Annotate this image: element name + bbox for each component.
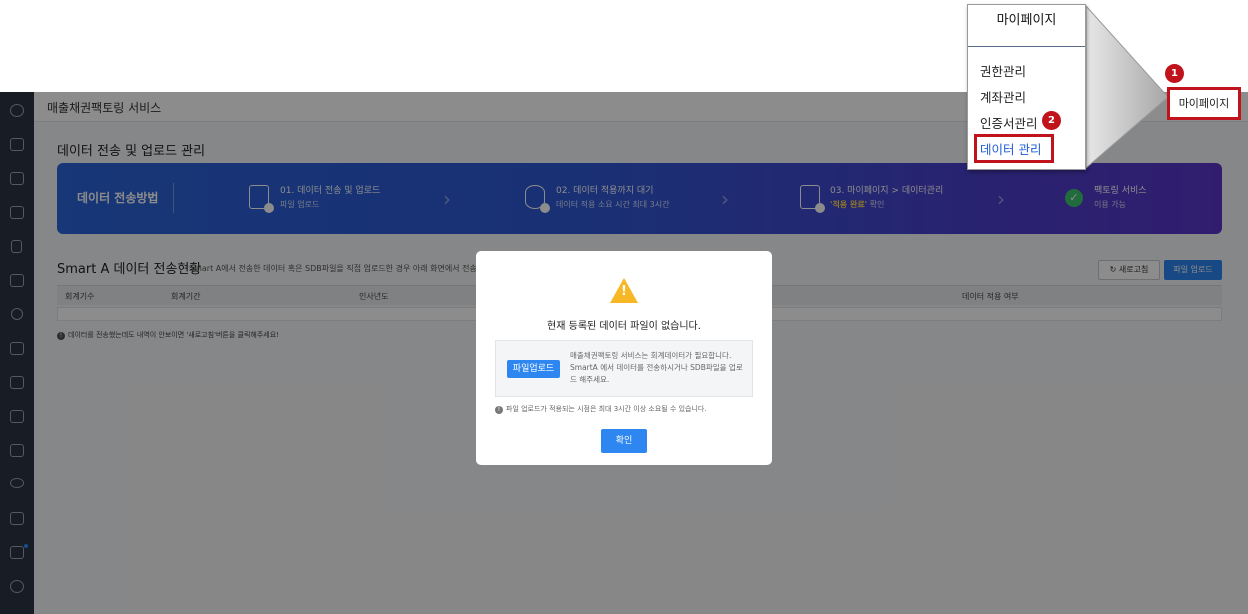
step-badge-2: 2 <box>1042 111 1061 130</box>
step-badge-1: 1 <box>1165 64 1184 83</box>
callout-arrow <box>1085 4 1169 170</box>
mypage-button[interactable]: 마이페이지 <box>1167 87 1241 120</box>
dropdown-title: 마이페이지 <box>968 5 1085 47</box>
data-management-highlight <box>974 134 1054 163</box>
menu-item-certificate[interactable]: 인증서관리 <box>980 113 1038 132</box>
menu-item-permission[interactable]: 권한관리 <box>980 61 1026 80</box>
menu-item-account[interactable]: 계좌관리 <box>980 87 1026 106</box>
screen: 매출채권팩토링 서비스 데이터 전송 및 업로드 관리 데이터 전송방법 01.… <box>0 0 1248 614</box>
